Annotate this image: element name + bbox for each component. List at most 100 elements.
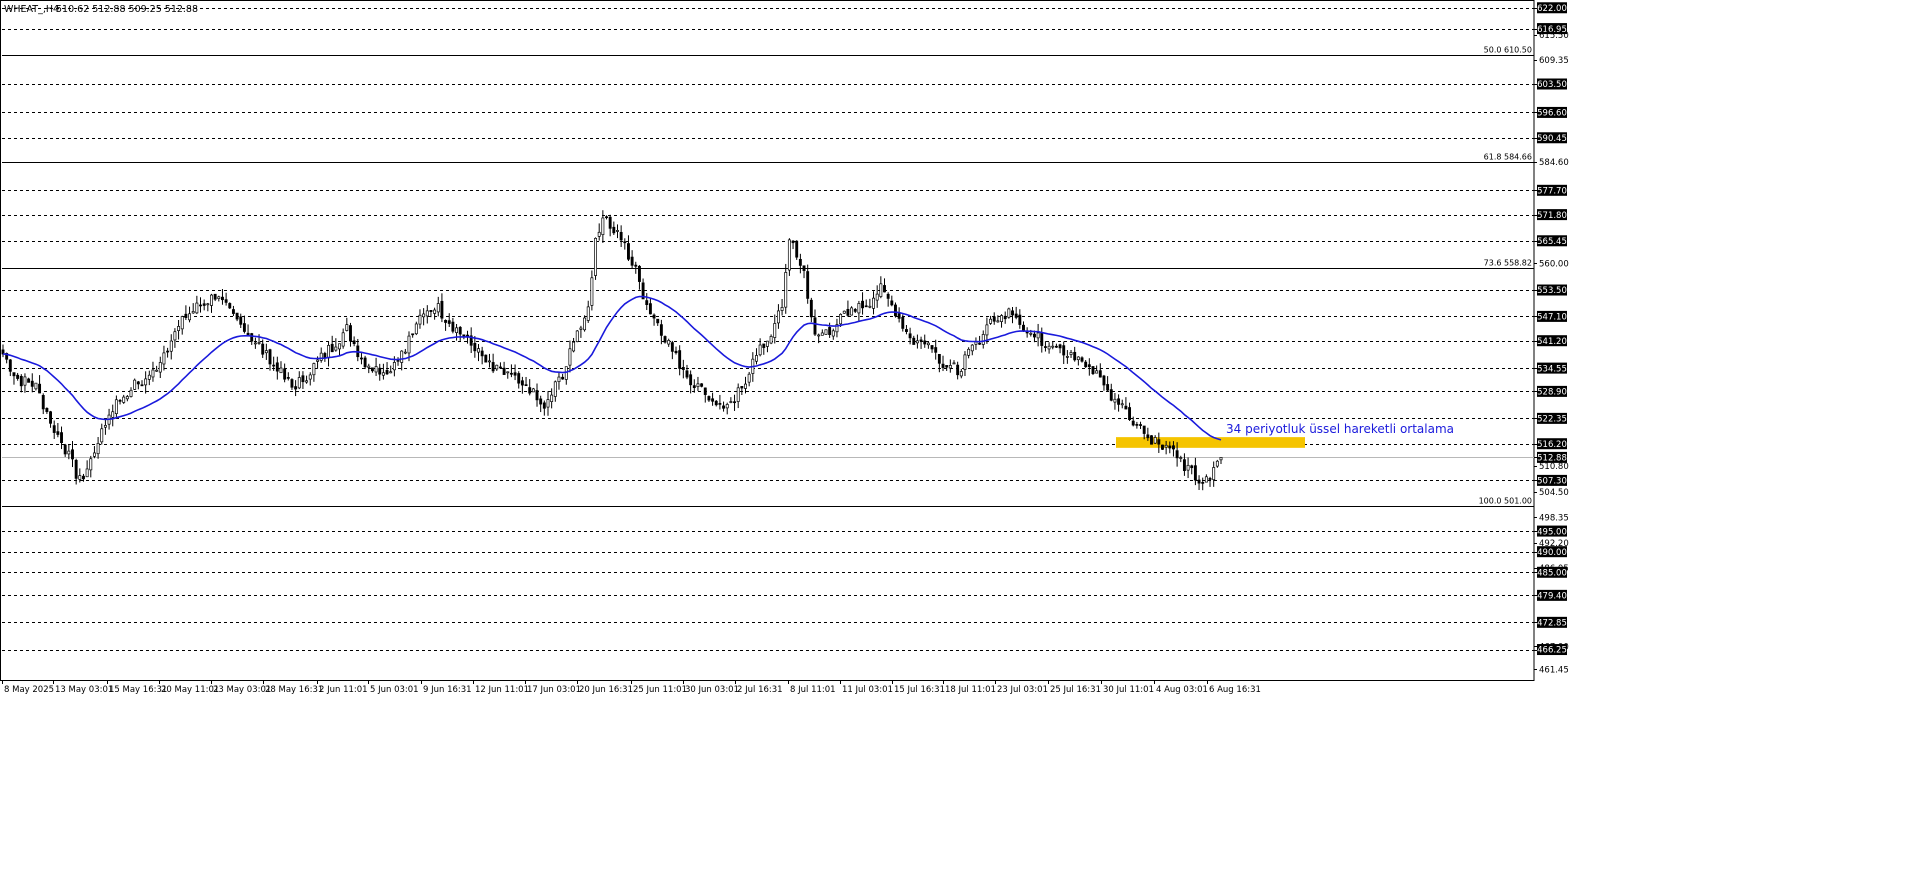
candle-body — [740, 386, 744, 389]
candle-body — [502, 367, 506, 375]
candle-body — [1168, 445, 1172, 449]
candle-body — [272, 364, 276, 367]
candle-body — [904, 329, 908, 332]
candle-body — [605, 216, 608, 219]
candle-body — [370, 367, 374, 372]
chart-area[interactable]: 622.00 616.95 615.50 609.35 603.50 596.60 590.… — [0, 0, 1916, 888]
y-tick-label: 534.55 — [1537, 364, 1567, 374]
candle-body — [85, 468, 89, 478]
candle-body — [703, 387, 707, 395]
y-tick-label: 603.50 — [1537, 80, 1567, 90]
candle-body — [253, 342, 257, 345]
candle-body — [385, 370, 389, 375]
candle-body — [967, 348, 971, 356]
candle-body — [762, 343, 766, 348]
candle-body — [477, 348, 480, 353]
fib-level-label: 73.6 558.82 — [1484, 259, 1532, 268]
x-tick-label: 17 Jun 03:01 — [527, 685, 581, 695]
candle-body — [1000, 315, 1003, 322]
candle-body — [1142, 425, 1146, 434]
candle-body — [202, 303, 206, 306]
candle-body — [279, 367, 283, 374]
candle-body — [1131, 420, 1135, 426]
candle-body — [557, 376, 561, 382]
candle-body — [129, 389, 133, 397]
candle-body — [1080, 357, 1084, 362]
candle-body — [330, 343, 334, 353]
candle-body — [678, 350, 682, 369]
candle-body — [923, 340, 927, 345]
candle-body — [140, 384, 144, 387]
candle-body — [1150, 435, 1153, 445]
y-tick-label: 510.80 — [1539, 462, 1569, 472]
candle-body — [509, 372, 513, 375]
candle-body — [714, 400, 718, 406]
candle-body — [806, 271, 810, 299]
candle-body — [572, 341, 576, 352]
fib-level-label: 50.0 610.50 — [1484, 46, 1532, 55]
candle-body — [700, 383, 704, 387]
candle-body — [758, 344, 762, 356]
candle-body — [12, 372, 16, 377]
candle-body — [447, 320, 451, 324]
candle-body — [1175, 450, 1179, 459]
candle-body — [886, 293, 890, 299]
candle-body — [213, 293, 217, 300]
candle-body — [433, 309, 437, 314]
candle-body — [1197, 479, 1201, 484]
candle-body — [952, 362, 956, 365]
candle-body — [594, 237, 597, 276]
candle-body — [389, 371, 393, 374]
candle-body — [864, 305, 868, 308]
candle-body — [535, 390, 539, 401]
candle-body — [1073, 351, 1077, 361]
x-tick-label: 25 Jul 16:31 — [1050, 685, 1101, 695]
candle-body — [34, 382, 38, 390]
candle-body — [689, 374, 693, 386]
candle-body — [1193, 465, 1197, 481]
candle-body — [60, 432, 63, 444]
candle-body — [352, 340, 356, 345]
y-tick-label: 516.20 — [1537, 440, 1567, 450]
candle-body — [52, 425, 56, 433]
candle-body — [941, 363, 945, 368]
candle-body — [879, 283, 883, 297]
candle-body — [136, 381, 140, 385]
candle-body — [155, 369, 159, 372]
candle-body — [813, 317, 817, 335]
candle-body — [1109, 389, 1113, 401]
candle-body — [645, 300, 649, 305]
candle-body — [418, 314, 422, 325]
candle-body — [188, 313, 191, 321]
candle-body — [1098, 370, 1102, 378]
y-tick-label: 472.85 — [1537, 619, 1567, 629]
candle-body — [956, 364, 960, 376]
candle-body — [327, 345, 330, 359]
candle-body — [257, 342, 261, 344]
candle-body — [1186, 464, 1190, 471]
price-chart[interactable]: 622.00616.95615.50609.35603.50596.60590.… — [0, 0, 1916, 888]
candle-body — [491, 362, 495, 372]
candle-body — [528, 387, 532, 394]
candle-body — [1204, 476, 1208, 483]
candle-body — [1201, 482, 1205, 484]
candle-body — [729, 401, 733, 403]
candle-body — [411, 333, 415, 336]
candle-body — [959, 371, 963, 377]
candle-body — [652, 314, 656, 319]
candle-body — [513, 372, 517, 376]
x-tick-label: 13 May 03:01 — [55, 685, 113, 695]
candle-body — [857, 303, 861, 314]
candle-body — [842, 310, 846, 314]
candle-body — [744, 383, 747, 389]
candle-body — [250, 333, 254, 342]
candle-body — [1033, 333, 1036, 338]
candle-body — [776, 310, 780, 324]
candle-body — [125, 396, 129, 400]
x-tick-label: 8 May 2025 — [4, 685, 54, 695]
candle-body — [8, 359, 12, 372]
candle-body — [711, 398, 715, 402]
candle-body — [1036, 332, 1040, 339]
candle-body — [656, 318, 660, 324]
y-tick-label: 577.70 — [1537, 187, 1567, 197]
